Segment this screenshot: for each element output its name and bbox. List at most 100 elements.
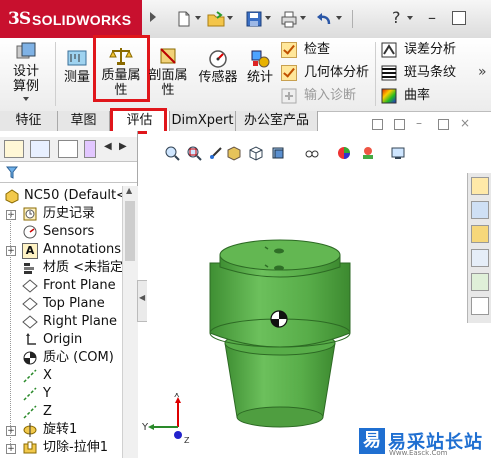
solidworks-logo[interactable]: 3S SOLIDWORKS xyxy=(0,0,142,38)
ribbon-more-button[interactable]: » xyxy=(478,64,487,80)
design-study-button[interactable]: 设计算例 xyxy=(6,42,46,101)
file-explorer-icon[interactable] xyxy=(471,225,489,243)
measure-label: 测量 xyxy=(63,70,90,85)
edit-appearance-icon[interactable] xyxy=(336,145,352,161)
import-diagnostics-button[interactable]: 输入诊断 xyxy=(281,86,376,106)
scrollbar-thumb[interactable] xyxy=(125,201,135,261)
open-folder-icon[interactable] xyxy=(207,10,225,28)
property-manager-tab-icon[interactable] xyxy=(30,140,50,158)
analysis-tools-group: 误差分析 斑马条纹 曲率 xyxy=(381,40,477,108)
task-pane-tabs xyxy=(467,173,491,323)
design-study-dropdown-icon[interactable] xyxy=(23,97,29,101)
deviation-analysis-label: 误差分析 xyxy=(404,42,457,57)
site-watermark: 易 易采站长站 Www.Easck.Com xyxy=(357,425,491,458)
mass-properties-highlight xyxy=(93,35,150,102)
plane-icon xyxy=(22,315,38,329)
measure-button[interactable]: 测量 xyxy=(60,48,94,85)
design-study-label: 设计算例 xyxy=(12,64,39,94)
previous-view-icon[interactable] xyxy=(208,145,224,161)
tree-vertical-scrollbar[interactable]: ▲ xyxy=(122,186,138,458)
tab-dimxpert[interactable]: DimXpert xyxy=(170,111,236,131)
tab-office-products[interactable]: 办公室产品 xyxy=(236,111,318,131)
import-diagnostics-label: 输入诊断 xyxy=(304,88,357,103)
apply-scene-icon[interactable] xyxy=(360,145,376,161)
section-properties-label: 剖面属性 xyxy=(148,68,188,98)
deviation-analysis-icon xyxy=(381,42,397,58)
hide-show-items-icon[interactable] xyxy=(304,145,320,161)
geometry-analysis-button[interactable]: 几何体分析 xyxy=(281,63,376,83)
viewport-close-button[interactable]: × xyxy=(460,116,470,130)
ribbon-divider xyxy=(375,42,376,106)
viewport-tile-icon[interactable] xyxy=(372,119,383,130)
save-icon[interactable] xyxy=(245,10,263,28)
save-dropdown-icon[interactable] xyxy=(265,16,271,20)
menu-arrow-icon[interactable] xyxy=(150,12,156,22)
section-properties-button[interactable]: 剖面属性 xyxy=(148,46,188,98)
configuration-manager-tab-icon[interactable] xyxy=(58,140,78,158)
minimize-button[interactable]: – xyxy=(428,8,436,27)
tree-item-label: Origin xyxy=(43,332,83,347)
curvature-button[interactable]: 曲率 xyxy=(381,86,471,106)
panel-scroll-right-icon[interactable]: ▶ xyxy=(119,141,127,152)
viewport-restore-button[interactable] xyxy=(438,119,449,130)
view-palette-icon[interactable] xyxy=(471,249,489,267)
zoom-to-fit-icon[interactable] xyxy=(164,145,180,161)
watermark-logo: 易 xyxy=(359,428,385,454)
tab-sketch[interactable]: 草图 xyxy=(58,111,110,131)
scroll-up-icon[interactable]: ▲ xyxy=(126,186,132,195)
help-dropdown-icon[interactable] xyxy=(407,16,413,20)
watermark-url: Www.Easck.Com xyxy=(389,449,448,457)
print-icon[interactable] xyxy=(280,10,298,28)
part-model-3d[interactable] xyxy=(195,225,365,430)
check-button[interactable]: 检查 xyxy=(281,40,376,60)
tree-item-label: Right Plane xyxy=(43,314,118,329)
appearances-scenes-icon[interactable] xyxy=(471,273,489,291)
dimxpert-manager-tab-icon[interactable] xyxy=(84,140,96,158)
sensor-button[interactable]: 传感器 xyxy=(196,48,240,85)
zebra-stripes-button[interactable]: 斑马条纹 xyxy=(381,63,471,83)
custom-properties-icon[interactable] xyxy=(471,297,489,315)
print-dropdown-icon[interactable] xyxy=(300,16,306,20)
part-icon xyxy=(5,189,19,204)
solidworks-resources-icon[interactable] xyxy=(471,177,489,195)
tree-item-label: Top Plane xyxy=(43,296,105,311)
ds-mark: 3S xyxy=(8,9,31,29)
panel-scroll-left-icon[interactable]: ◀ xyxy=(104,141,112,152)
restore-window-button[interactable] xyxy=(452,11,466,25)
new-dropdown-icon[interactable] xyxy=(195,16,201,20)
triad-y-label: Y xyxy=(142,422,149,433)
viewport-minimize-button[interactable]: – xyxy=(416,116,422,130)
tree-item-label: 历史记录 xyxy=(43,206,96,221)
statistics-button[interactable]: 统计 xyxy=(244,48,276,85)
section-view-icon[interactable] xyxy=(226,145,242,161)
tab-features[interactable]: 特征 xyxy=(0,111,58,131)
undo-dropdown-icon[interactable] xyxy=(336,16,342,20)
origin-icon xyxy=(26,333,36,345)
center-of-mass-icon xyxy=(23,351,37,365)
help-button[interactable]: ? xyxy=(392,8,401,27)
panel-tabs: ◀ ▶ xyxy=(0,137,137,162)
sensors-icon xyxy=(23,225,37,239)
cut-extrude-icon xyxy=(23,441,37,454)
feature-manager-tab-icon[interactable] xyxy=(4,140,24,158)
tree-filter-bar[interactable] xyxy=(0,164,137,183)
curvature-icon xyxy=(381,88,397,104)
tree-item-label: 切除-拉伸1 xyxy=(43,440,108,455)
open-dropdown-icon[interactable] xyxy=(227,16,233,20)
geometry-analysis-icon xyxy=(281,65,297,81)
design-library-icon[interactable] xyxy=(471,201,489,219)
brand-name: SOLIDWORKS xyxy=(32,12,132,28)
view-orientation-icon[interactable] xyxy=(248,145,264,161)
sensor-gauge-icon xyxy=(209,50,227,68)
view-settings-icon[interactable] xyxy=(390,145,406,161)
axis-icon xyxy=(23,369,37,383)
display-style-icon[interactable] xyxy=(270,145,286,161)
ribbon-divider xyxy=(55,42,56,106)
viewport-tile-icon[interactable] xyxy=(394,119,405,130)
tree-item-label: Sensors xyxy=(43,224,95,239)
new-document-icon[interactable] xyxy=(175,10,193,28)
zoom-to-area-icon[interactable] xyxy=(186,145,202,161)
undo-icon[interactable] xyxy=(315,10,333,28)
annotations-icon: A xyxy=(22,243,38,259)
deviation-analysis-button[interactable]: 误差分析 xyxy=(381,40,471,60)
